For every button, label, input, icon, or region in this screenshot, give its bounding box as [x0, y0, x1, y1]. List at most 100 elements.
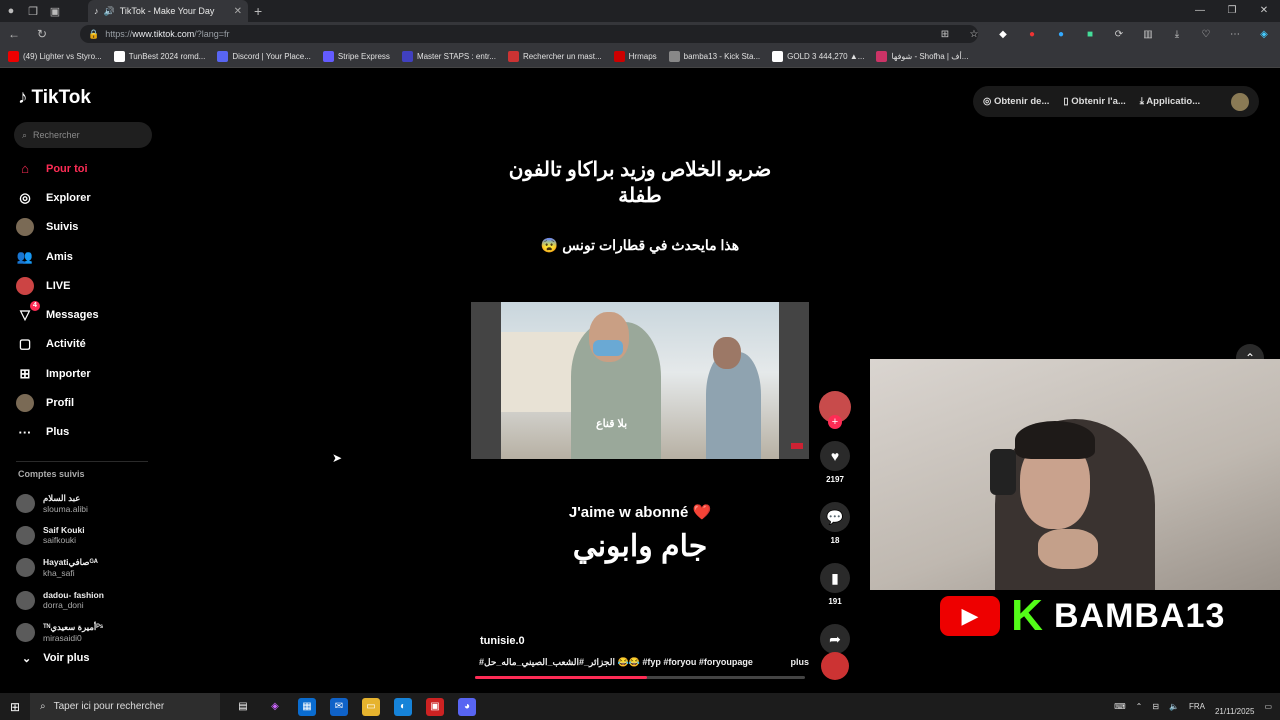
- bookmark-item[interactable]: GOLD 3 444,270 ▲...: [772, 51, 864, 62]
- person-2: [706, 352, 761, 459]
- sidebar-item-activit[interactable]: ▢ Activité: [16, 330, 99, 359]
- language-indicator[interactable]: FRA: [1189, 702, 1205, 711]
- video-player[interactable]: بلا قناع: [471, 302, 809, 459]
- sidebar-item-profil[interactable]: Profil: [16, 388, 99, 417]
- bookmark-item[interactable]: Rechercher un mast...: [507, 51, 602, 62]
- user-avatar[interactable]: [1231, 92, 1249, 111]
- sidebar-item-importer[interactable]: ⊞ Importer: [16, 359, 99, 388]
- following-account[interactable]: Saif Kouki saifkouki: [16, 519, 104, 551]
- follow-plus-icon[interactable]: +: [828, 415, 842, 429]
- hashtags-text[interactable]: #الجزائر_#الشعب_الصيني_ماله_حل 😂😂 #fyp #…: [479, 657, 753, 668]
- share-button[interactable]: ➦: [820, 624, 850, 654]
- comment-button[interactable]: 💬: [820, 502, 850, 532]
- sidebar-item-live[interactable]: LIVE: [16, 271, 99, 300]
- new-tab-button[interactable]: +: [254, 3, 262, 19]
- music-disc[interactable]: [821, 652, 849, 680]
- store-icon[interactable]: ▦: [298, 697, 316, 716]
- avatar: [16, 622, 35, 642]
- extension-icon[interactable]: ■: [1082, 26, 1098, 42]
- tiktok-logo[interactable]: ♪ TikTok: [18, 87, 91, 109]
- discord-app-icon[interactable]: ◕: [458, 697, 476, 716]
- notifications-icon[interactable]: ▭: [1264, 702, 1272, 711]
- sidebar-item-messages[interactable]: ▽ 4 Messages: [16, 300, 99, 329]
- favorite-star-icon[interactable]: ☆: [966, 26, 982, 42]
- bookmark-button[interactable]: ▮: [820, 563, 850, 593]
- bookmark-item[interactable]: Master STAPS : entr...: [401, 51, 496, 62]
- windows-start-icon[interactable]: ⊞: [0, 700, 30, 714]
- download-app-button[interactable]: ⤓ Applicatio...: [1140, 96, 1200, 107]
- settings-more-icon[interactable]: ⋯: [1227, 26, 1243, 42]
- creator-avatar[interactable]: +: [819, 391, 851, 429]
- close-tab-icon[interactable]: ✕: [234, 6, 242, 17]
- reload-button[interactable]: ↻: [28, 27, 56, 41]
- volume-icon[interactable]: 🔈: [1169, 702, 1179, 711]
- search-input[interactable]: ⌕ Rechercher: [14, 122, 152, 148]
- avatar: [16, 493, 35, 513]
- download-icon[interactable]: ⤓: [1169, 26, 1185, 42]
- minimize-button[interactable]: —: [1184, 0, 1216, 22]
- network-icon[interactable]: ⊟: [1152, 702, 1159, 711]
- sidebar-item-explorer[interactable]: ◎ Explorer: [16, 183, 99, 212]
- like-button[interactable]: ♥: [820, 441, 850, 471]
- extension-icon[interactable]: ◆: [995, 26, 1011, 42]
- bookmark-item[interactable]: (49) Lighter vs Styro...: [8, 51, 102, 62]
- taskbar-search[interactable]: ⌕ Taper ici pour rechercher: [30, 693, 220, 720]
- edge-icon[interactable]: ◐: [394, 697, 412, 716]
- following-account[interactable]: Hayatiصافيᴳᴬ kha_safi: [16, 552, 104, 584]
- extension-icon[interactable]: ●: [1053, 26, 1069, 42]
- keyboard-icon[interactable]: ⌨: [1114, 702, 1126, 711]
- task-view-icon[interactable]: ▤: [234, 698, 252, 716]
- sidebar-item-suivis[interactable]: Suivis: [16, 213, 99, 242]
- video-caption-sub: هذا مايحدث في قطارات تونس 😨: [540, 237, 740, 253]
- workspaces-icon[interactable]: ❐: [22, 0, 44, 22]
- browser-tab-tiktok[interactable]: ♪ 🔊 TikTok - Make Your Day ✕: [88, 0, 248, 22]
- get-app-button[interactable]: ▯ Obtenir l'a...: [1063, 96, 1125, 107]
- sidebar-item-amis[interactable]: 👥 Amis: [16, 242, 99, 271]
- bookmark-item[interactable]: Discord | Your Place...: [217, 51, 311, 62]
- extension-icon[interactable]: ●: [1024, 26, 1040, 42]
- messages-icon: ▽ 4: [16, 301, 40, 324]
- address-bar[interactable]: 🔒 https://www.tiktok.com/?lang=fr: [80, 25, 978, 43]
- app-icon[interactable]: ▣: [426, 697, 444, 716]
- sidebar-item-plus[interactable]: ··· Plus: [16, 418, 99, 447]
- bookmark-label: Hrmaps: [628, 52, 657, 61]
- get-coins-button[interactable]: ◎ Obtenir de...: [983, 96, 1049, 107]
- following-account[interactable]: ᵀᴺأميرة سعيديᴾˢ mirasaidi0: [16, 616, 104, 648]
- video-progress-bar[interactable]: [475, 676, 805, 679]
- bookmark-favicon-icon: [217, 51, 229, 62]
- clock[interactable]: 21/11/2025: [1215, 697, 1254, 717]
- following-account[interactable]: عبد السلام slouma.alibi: [16, 487, 104, 519]
- copilot-icon[interactable]: ◈: [1256, 26, 1272, 42]
- copilot-app-icon[interactable]: ◈: [266, 698, 284, 716]
- file-explorer-icon[interactable]: ▭: [362, 697, 380, 716]
- bookmark-item[interactable]: Stripe Express: [322, 51, 390, 62]
- sidebar-item-pourtoi[interactable]: ⌂ Pour toi: [16, 154, 99, 183]
- following-list: عبد السلام slouma.alibi Saif Kouki saifkouk…: [16, 487, 104, 648]
- refresh-extension-icon[interactable]: ⟳: [1111, 26, 1127, 42]
- speaker-icon[interactable]: 🔊: [104, 6, 115, 17]
- close-window-button[interactable]: ✕: [1248, 0, 1280, 22]
- bookmark-item[interactable]: شوفها - Shofha | أف...: [876, 51, 968, 62]
- compass-icon: ◎: [19, 189, 31, 205]
- account-info: dadou- fashion dorra_doni: [43, 590, 104, 610]
- tiktok-note-icon: ♪: [18, 87, 28, 108]
- youtube-logo-icon: ▶: [940, 596, 1000, 636]
- chevron-up-icon[interactable]: ⌃: [1136, 702, 1143, 711]
- split-screen-icon[interactable]: ▥: [1140, 26, 1156, 42]
- browser-essentials-icon[interactable]: ♡: [1198, 26, 1214, 42]
- bookmark-label: GOLD 3 444,270 ▲...: [787, 52, 865, 61]
- profile-icon[interactable]: ●: [0, 0, 22, 22]
- video-author[interactable]: tunisie.0: [480, 635, 525, 647]
- see-more-caption-button[interactable]: plus: [790, 657, 809, 668]
- maximize-button[interactable]: ❐: [1216, 0, 1248, 22]
- outlook-icon[interactable]: ✉: [330, 697, 348, 716]
- bookmark-item[interactable]: bamba13 - Kick Sta...: [668, 51, 760, 62]
- tab-actions-icon[interactable]: ▣: [44, 0, 66, 22]
- see-more-button[interactable]: ⌄ Voir plus: [22, 652, 89, 665]
- bookmark-item[interactable]: TunBest 2024 romd...: [113, 51, 205, 62]
- account-info: Hayatiصافيᴳᴬ kha_safi: [43, 557, 98, 578]
- following-account[interactable]: dadou- fashion dorra_doni: [16, 584, 104, 616]
- install-app-icon[interactable]: ⊞: [937, 26, 953, 42]
- bookmark-item[interactable]: Hrmaps: [613, 51, 657, 62]
- back-button[interactable]: ←: [0, 27, 28, 41]
